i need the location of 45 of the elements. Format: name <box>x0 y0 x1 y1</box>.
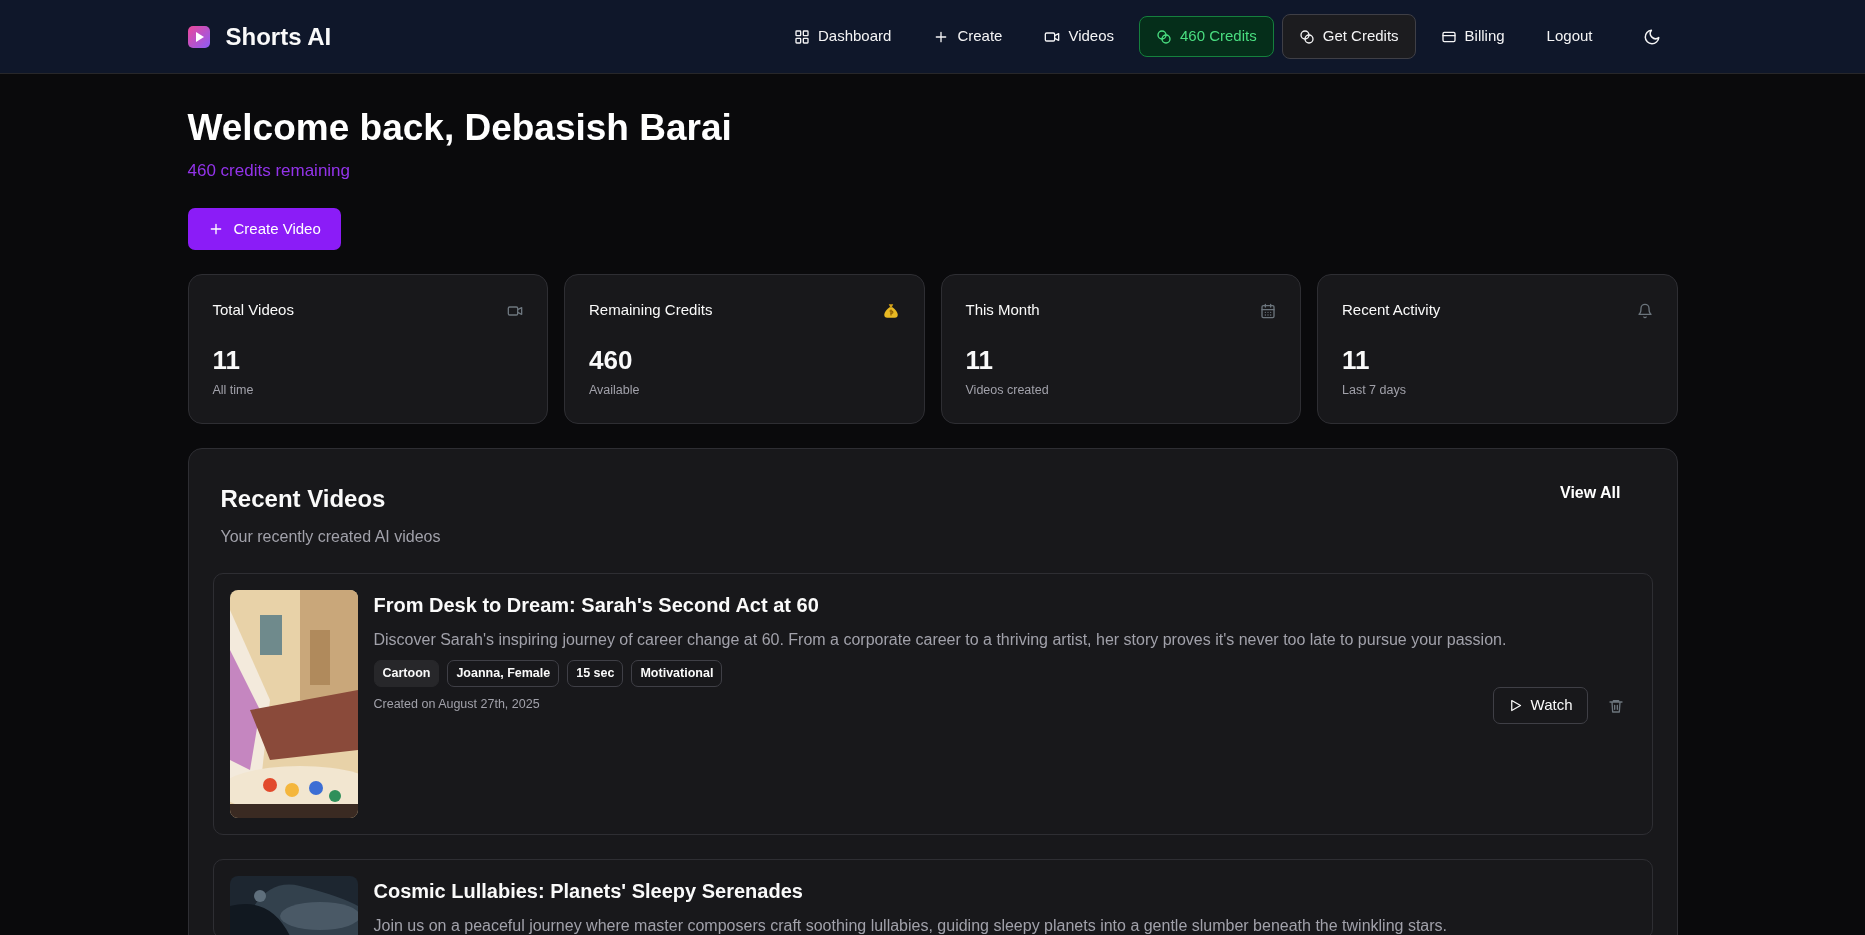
trash-icon <box>1607 698 1624 715</box>
nav-link[interactable]: Logout <box>1529 16 1610 57</box>
tag: Motivational <box>631 660 723 688</box>
section-subtitle: Your recently created AI videos <box>220 527 441 548</box>
stat-caption: Last 7 days <box>1342 381 1407 399</box>
nav-link[interactable]: Dashboard <box>777 16 909 57</box>
money-bag-icon <box>881 301 900 320</box>
tag: 15 sec <box>567 660 624 688</box>
page-heading: Welcome back, Debasish Barai <box>187 106 733 150</box>
credits-badge[interactable]: 460 Credits <box>1139 16 1274 57</box>
section-title: Recent Videos <box>220 484 387 515</box>
brand-name: Shorts AI <box>225 21 332 52</box>
tag: Cartoon <box>373 660 440 688</box>
coins-icon <box>1298 28 1315 45</box>
stat-value: 460 <box>589 346 634 373</box>
video-description: Join us on a peaceful journey where master composers craft soothing lullabies, guiding sleepy planets into a gentle slumber beneath the twinkling stars. <box>373 916 1448 935</box>
stat-title: Remaining Credits <box>589 300 713 321</box>
stat-caption: Videos created <box>965 381 1050 399</box>
nav-link[interactable]: Videos <box>1027 16 1131 57</box>
dashboard-icon <box>794 28 810 45</box>
coins-icon <box>1156 28 1172 45</box>
create-video-button[interactable]: Create Video <box>187 207 341 251</box>
video-title: Cosmic Lullabies: Planets' Sleepy Serenades <box>373 879 804 905</box>
bell-icon <box>1636 302 1653 319</box>
created-date: Created on August 27th, 2025 <box>373 696 540 714</box>
tag: Joanna, Female <box>447 660 560 688</box>
calendar-icon <box>1260 302 1276 319</box>
credits-remaining: 460 credits remaining <box>187 160 352 183</box>
moon-icon <box>1642 27 1661 46</box>
stat-value: 11 <box>212 346 241 373</box>
video-description: Discover Sarah's inspiring journey of career change at 60. From a corporate career to a thriving artist, her story proves it's never too late to pursue your passion. <box>373 630 1508 651</box>
stat-title: Recent Activity <box>1342 300 1441 321</box>
stat-title: This Month <box>965 300 1040 321</box>
stat-value: 11 <box>965 346 994 373</box>
nav-link[interactable]: Create <box>916 16 1020 57</box>
view-all-link[interactable]: View All <box>1560 481 1645 506</box>
logo-icon <box>187 25 210 48</box>
stat-value: 11 <box>1342 346 1371 373</box>
watch-button[interactable]: Watch <box>1492 687 1588 724</box>
nav-link[interactable]: Billing <box>1423 16 1522 57</box>
get-credits-button[interactable]: Get Credits <box>1281 14 1416 59</box>
stat-caption: All time <box>212 381 255 399</box>
stat-caption: Available <box>589 381 641 399</box>
video-title: From Desk to Dream: Sarah's Second Act at 60 <box>373 593 820 619</box>
stat-title: Total Videos <box>212 300 294 321</box>
